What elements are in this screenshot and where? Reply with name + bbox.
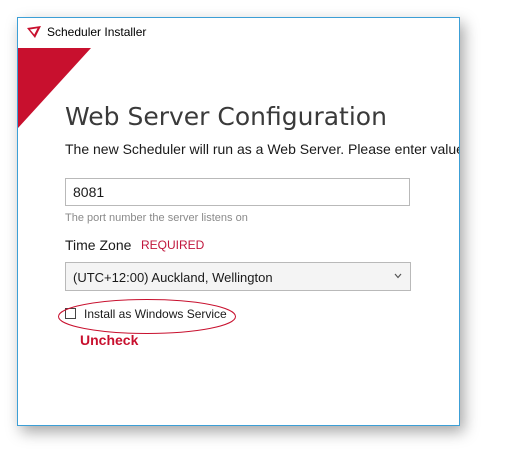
page-subtitle: The new Scheduler will run as a Web Serv… bbox=[65, 141, 460, 157]
annotation-circle bbox=[58, 299, 236, 334]
installer-window: Scheduler Installer Web Server Configura… bbox=[17, 17, 460, 426]
required-badge: REQUIRED bbox=[141, 238, 205, 252]
window-title: Scheduler Installer bbox=[47, 25, 147, 39]
port-input[interactable]: 8081 bbox=[65, 178, 410, 206]
chevron-down-icon[interactable] bbox=[394, 273, 402, 279]
title-bar: Scheduler Installer bbox=[18, 18, 459, 46]
annotation-uncheck: Uncheck bbox=[80, 332, 139, 348]
scheduler-logo-icon bbox=[27, 26, 41, 38]
timezone-selected-value: (UTC+12:00) Auckland, Wellington bbox=[73, 270, 273, 285]
timezone-label: Time Zone bbox=[65, 237, 132, 253]
timezone-select[interactable]: (UTC+12:00) Auckland, Wellington bbox=[65, 262, 411, 291]
page-title: Web Server Configuration bbox=[65, 102, 387, 131]
port-hint: The port number the server listens on bbox=[65, 212, 248, 224]
